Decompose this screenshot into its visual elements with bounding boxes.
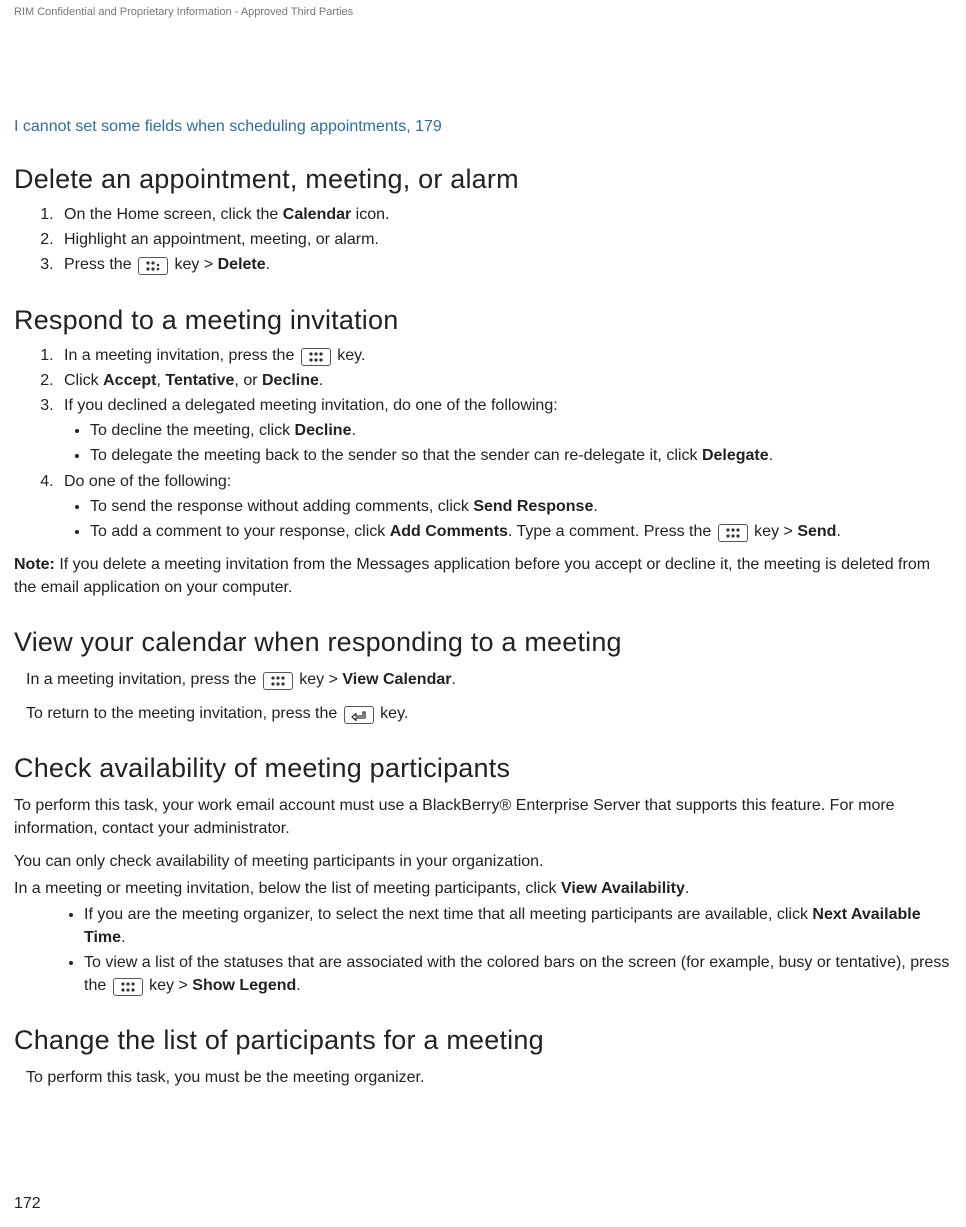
text: If you declined a delegated meeting invi… <box>64 397 558 414</box>
text: icon. <box>351 206 389 223</box>
text: Press the <box>64 256 136 273</box>
bold-text: Delete <box>218 256 266 273</box>
bold-text: Show Legend <box>192 977 296 994</box>
paragraph: You can only check availability of meeti… <box>14 850 952 873</box>
text: . <box>685 880 689 897</box>
text: If you are the meeting organizer, to sel… <box>84 906 812 923</box>
text: . <box>769 447 773 464</box>
note-paragraph: Note: If you delete a meeting invitation… <box>14 553 952 599</box>
page-number: 172 <box>14 1195 41 1213</box>
text: , or <box>234 372 262 389</box>
cross-reference-link[interactable]: I cannot set some fields when scheduling… <box>14 118 952 136</box>
confidential-header: RIM Confidential and Proprietary Informa… <box>14 0 952 18</box>
bold-text: Add Comments <box>390 523 508 540</box>
text: key > <box>170 256 218 273</box>
text: key > <box>750 523 798 540</box>
text: . <box>121 929 125 946</box>
note-label: Note: <box>14 556 55 573</box>
bold-text: Delegate <box>702 447 769 464</box>
list-item: Press the key > Delete. <box>58 253 952 276</box>
bold-text: Calendar <box>283 206 351 223</box>
section-title-delete: Delete an appointment, meeting, or alarm <box>14 164 952 195</box>
list-item: Click Accept, Tentative, or Decline. <box>58 369 952 392</box>
paragraph: To perform this task, your work email ac… <box>14 794 952 840</box>
text: To return to the meeting invitation, pre… <box>26 705 342 722</box>
text: In a meeting invitation, press the <box>64 347 299 364</box>
list-item: If you are the meeting organizer, to sel… <box>84 903 952 949</box>
list-item: Do one of the following: To send the res… <box>58 470 952 544</box>
bold-text: Decline <box>262 372 319 389</box>
text: If you delete a meeting invitation from … <box>14 556 930 596</box>
text: In a meeting invitation, press the <box>26 671 261 688</box>
text: key. <box>333 347 366 364</box>
text: To send the response without adding comm… <box>90 498 473 515</box>
text: . <box>266 256 270 273</box>
list-item: In a meeting invitation, press the key. <box>58 344 952 367</box>
menu-key-icon <box>138 257 168 275</box>
checkavail-bullets: If you are the meeting organizer, to sel… <box>14 903 952 998</box>
text: . <box>319 372 323 389</box>
list-item: To add a comment to your response, click… <box>90 520 952 543</box>
list-item: Highlight an appointment, meeting, or al… <box>58 228 952 251</box>
text: key > <box>145 977 193 994</box>
menu-key-icon <box>263 672 293 690</box>
text: On the Home screen, click the <box>64 206 283 223</box>
bold-text: Send <box>797 523 836 540</box>
text: To delegate the meeting back to the send… <box>90 447 702 464</box>
text: . <box>351 422 355 439</box>
menu-key-icon <box>718 524 748 542</box>
list-item: If you declined a delegated meeting invi… <box>58 394 952 468</box>
section-title-checkavail: Check availability of meeting participan… <box>14 753 952 784</box>
sub-bullets: To send the response without adding comm… <box>64 495 952 543</box>
text: In a meeting or meeting invitation, belo… <box>14 880 561 897</box>
bold-text: View Calendar <box>342 671 451 688</box>
bold-text: Send Response <box>473 498 593 515</box>
paragraph: To perform this task, you must be the me… <box>14 1066 952 1089</box>
paragraph: In a meeting or meeting invitation, belo… <box>14 877 952 900</box>
text: Click <box>64 372 103 389</box>
bold-text: Accept <box>103 372 156 389</box>
text: To decline the meeting, click <box>90 422 295 439</box>
respond-steps: In a meeting invitation, press the key. … <box>14 344 952 544</box>
menu-key-icon <box>301 348 331 366</box>
paragraph: To return to the meeting invitation, pre… <box>14 702 952 725</box>
list-item: To decline the meeting, click Decline. <box>90 419 952 442</box>
section-title-viewcal: View your calendar when responding to a … <box>14 627 952 658</box>
list-item: To send the response without adding comm… <box>90 495 952 518</box>
text: . <box>836 523 840 540</box>
bold-text: Decline <box>295 422 352 439</box>
sub-bullets: To decline the meeting, click Decline. T… <box>64 419 952 467</box>
list-item: To view a list of the statuses that are … <box>84 951 952 997</box>
text: . <box>593 498 597 515</box>
bold-text: Tentative <box>165 372 234 389</box>
section-title-changelist: Change the list of participants for a me… <box>14 1025 952 1056</box>
back-key-icon <box>344 706 374 724</box>
bold-text: View Availability <box>561 880 685 897</box>
text: . Type a comment. Press the <box>508 523 716 540</box>
section-title-respond: Respond to a meeting invitation <box>14 305 952 336</box>
text: key > <box>295 671 343 688</box>
text: To add a comment to your response, click <box>90 523 390 540</box>
text: key. <box>376 705 409 722</box>
text: . <box>451 671 455 688</box>
text: Do one of the following: <box>64 473 231 490</box>
text: . <box>296 977 300 994</box>
paragraph: In a meeting invitation, press the key >… <box>14 668 952 691</box>
list-item: To delegate the meeting back to the send… <box>90 444 952 467</box>
menu-key-icon <box>113 978 143 996</box>
delete-steps: On the Home screen, click the Calendar i… <box>14 203 952 277</box>
list-item: On the Home screen, click the Calendar i… <box>58 203 952 226</box>
